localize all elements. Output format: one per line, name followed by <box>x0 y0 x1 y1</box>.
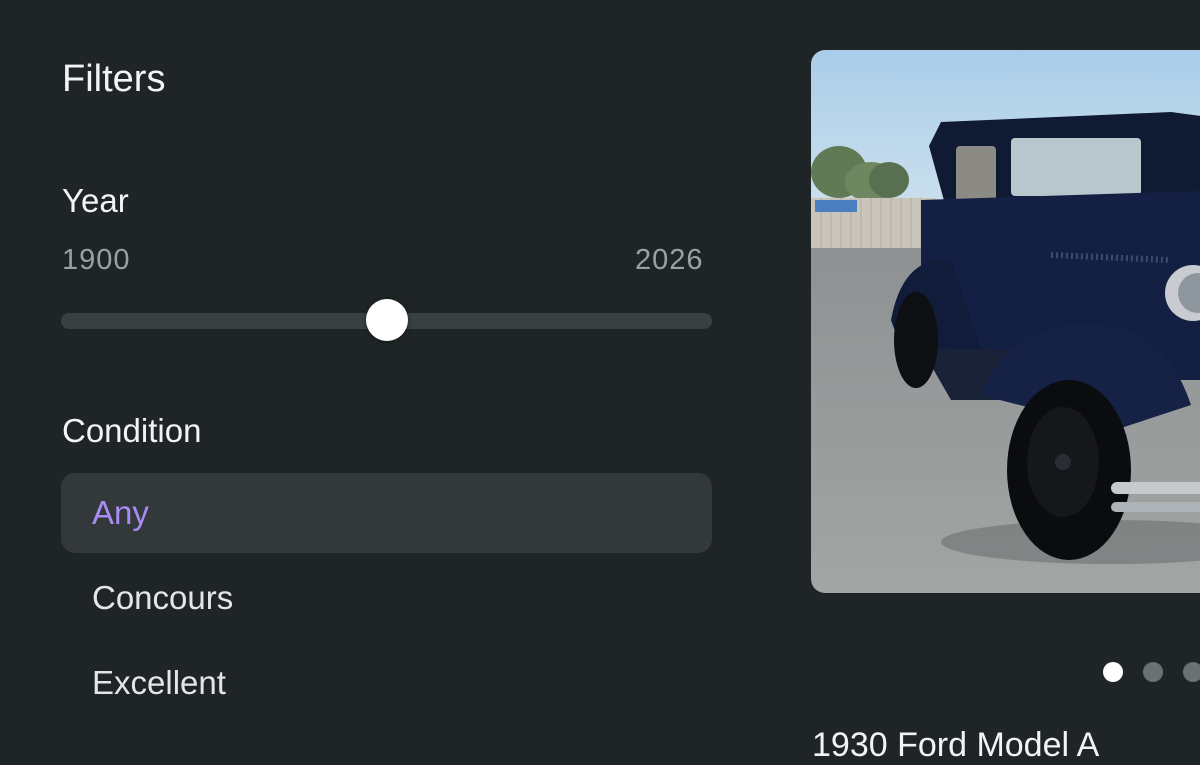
condition-label: Condition <box>62 412 202 449</box>
listing-title[interactable]: 1930 Ford Model A <box>812 726 1099 765</box>
condition-option-concours[interactable]: Concours <box>61 558 712 638</box>
year-slider-thumb[interactable] <box>365 299 408 341</box>
vintage-car-photo <box>811 50 1200 593</box>
condition-option-any[interactable]: Any <box>61 473 712 553</box>
filters-title: Filters <box>62 58 166 100</box>
year-label: Year <box>62 182 129 219</box>
condition-option-excellent[interactable]: Excellent <box>61 643 712 723</box>
carousel-dot-3[interactable] <box>1183 662 1200 682</box>
condition-option-label: Excellent <box>92 664 226 701</box>
year-min-label: 1900 <box>62 244 131 276</box>
carousel-dot-2[interactable] <box>1143 662 1163 682</box>
condition-option-label: Any <box>92 494 149 531</box>
carousel-dot-1[interactable] <box>1103 662 1123 682</box>
condition-option-label: Concours <box>92 579 234 616</box>
year-max-label: 2026 <box>635 244 704 276</box>
listing-photo[interactable] <box>811 50 1200 593</box>
